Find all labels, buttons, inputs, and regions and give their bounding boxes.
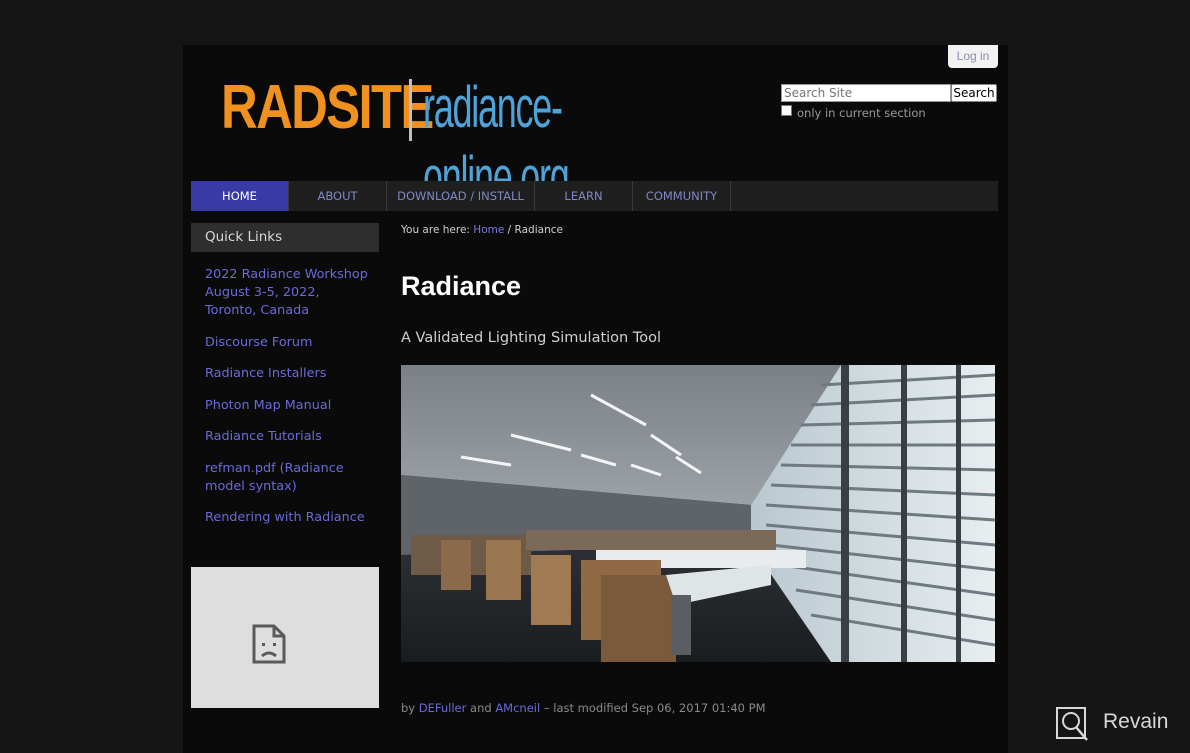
revain-watermark: Revain — [1055, 706, 1185, 742]
byline: by DEFuller and AMcneil – last modified … — [401, 701, 766, 715]
byline-and: and — [470, 701, 492, 715]
office-rendering-image — [401, 365, 995, 662]
nav-item-learn[interactable]: LEARN — [535, 181, 633, 211]
broken-embed-placeholder — [191, 567, 379, 708]
byline-by: by — [401, 701, 416, 715]
quick-link-photon-map-manual[interactable]: Photon Map Manual — [205, 397, 375, 415]
logo-radsite-text: RADSITE — [221, 73, 434, 142]
breadcrumb: You are here: Home / Radiance — [401, 224, 563, 236]
nav-item-home[interactable]: HOME — [191, 181, 289, 211]
quick-link-workshop[interactable]: 2022 Radiance Workshop August 3-5, 2022,… — [205, 266, 375, 320]
nav-item-download-install[interactable]: DOWNLOAD / INSTALL — [387, 181, 535, 211]
quick-link-installers[interactable]: Radiance Installers — [205, 365, 375, 383]
logo-divider — [409, 79, 412, 141]
site-logo[interactable]: RADSITE radiance-online.org — [221, 73, 661, 210]
quick-link-discourse-forum[interactable]: Discourse Forum — [205, 334, 375, 352]
quick-link-refman[interactable]: refman.pdf (Radiance model syntax) — [205, 460, 375, 496]
quick-link-rendering-book[interactable]: Rendering with Radiance — [205, 509, 375, 527]
main-nav: HOME ABOUT DOWNLOAD / INSTALL LEARN COMM… — [191, 181, 998, 211]
broken-image-icon — [252, 624, 286, 664]
last-modified: – last modified Sep 06, 2017 01:40 PM — [543, 701, 766, 715]
breadcrumb-home-link[interactable]: Home — [473, 224, 504, 236]
revain-text: Revain — [1103, 710, 1169, 733]
author-link-defuller[interactable]: DEFuller — [419, 701, 467, 715]
breadcrumb-prefix: You are here: — [401, 224, 470, 236]
search-input[interactable] — [781, 84, 951, 102]
quick-links-heading: Quick Links — [191, 223, 379, 252]
only-current-section-label: only in current section — [797, 106, 926, 120]
breadcrumb-current: Radiance — [514, 224, 563, 236]
author-link-amcneil[interactable]: AMcneil — [495, 701, 540, 715]
page-title: Radiance — [401, 271, 522, 301]
page-container: Log in RADSITE radiance-online.org Searc… — [183, 45, 1008, 753]
page-subtitle: A Validated Lighting Simulation Tool — [401, 330, 662, 346]
search-button[interactable]: Search — [951, 84, 997, 102]
nav-item-community[interactable]: COMMUNITY — [633, 181, 731, 211]
login-button[interactable]: Log in — [948, 45, 998, 68]
revain-logo-icon — [1056, 707, 1088, 741]
quick-links-list: 2022 Radiance Workshop August 3-5, 2022,… — [205, 266, 375, 541]
quick-link-tutorials[interactable]: Radiance Tutorials — [205, 428, 375, 446]
only-current-section-checkbox[interactable] — [781, 105, 792, 116]
nav-item-about[interactable]: ABOUT — [289, 181, 387, 211]
breadcrumb-separator: / — [507, 224, 512, 236]
